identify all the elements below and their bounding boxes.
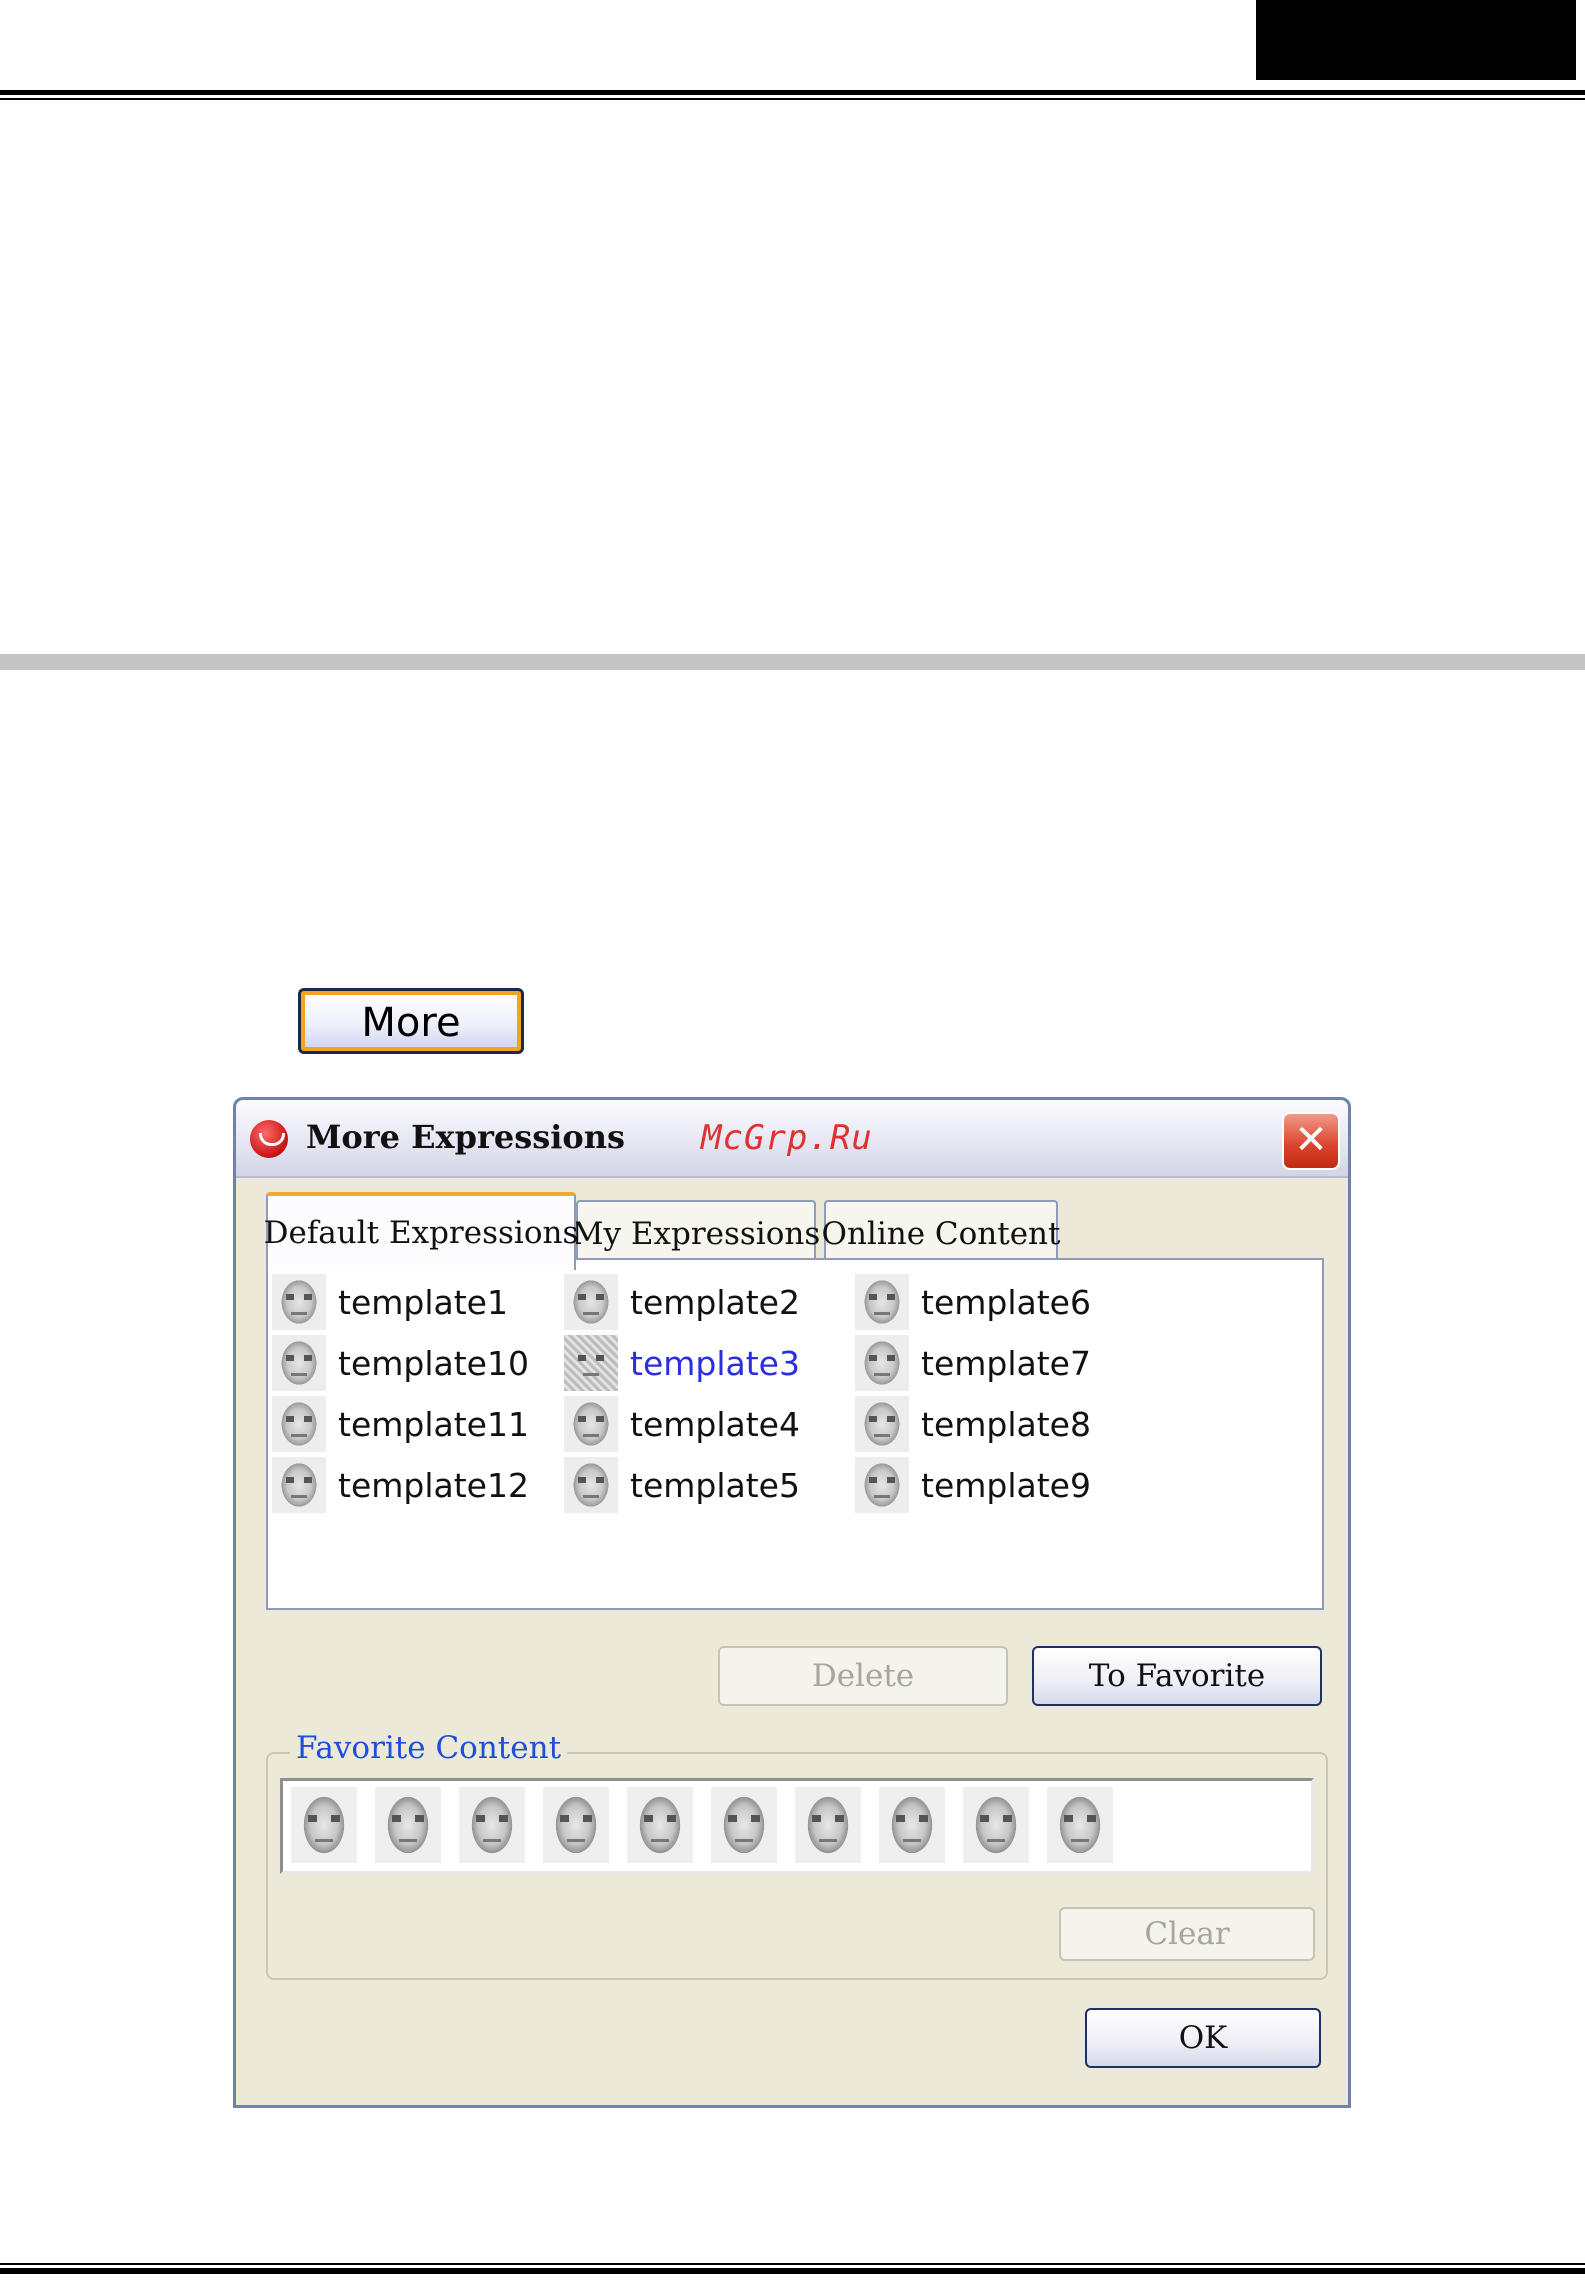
- list-item-template6[interactable]: template6: [855, 1274, 1091, 1330]
- item-label: template4: [630, 1404, 800, 1444]
- tab-default-expressions[interactable]: Default Expressions: [264, 1192, 578, 1270]
- face-thumbnail-icon: [564, 1335, 618, 1391]
- list-item-template7[interactable]: template7: [855, 1335, 1091, 1391]
- item-label: template1: [338, 1282, 508, 1322]
- face-thumbnail-icon: [564, 1457, 618, 1513]
- list-item-template9[interactable]: template9: [855, 1457, 1091, 1513]
- header-rule-thin: [0, 98, 1585, 100]
- item-label: template5: [630, 1465, 800, 1505]
- header-black-block: [1256, 0, 1576, 80]
- favorite-face-icon[interactable]: [963, 1787, 1029, 1863]
- favorite-content-legend: Favorite Content: [290, 1730, 568, 1766]
- favorite-face-icon[interactable]: [879, 1787, 945, 1863]
- list-item-template11[interactable]: template11: [272, 1396, 529, 1452]
- item-label: template11: [338, 1404, 529, 1444]
- list-item-template12[interactable]: template12: [272, 1457, 529, 1513]
- favorite-content-strip[interactable]: [280, 1778, 1314, 1874]
- close-button[interactable]: ✕: [1282, 1112, 1340, 1170]
- face-thumbnail-icon: [855, 1274, 909, 1330]
- face-thumbnail-icon: [272, 1396, 326, 1452]
- face-thumbnail-icon: [855, 1396, 909, 1452]
- favorite-face-icon[interactable]: [1047, 1787, 1113, 1863]
- favorite-face-icon[interactable]: [291, 1787, 357, 1863]
- list-item-template5[interactable]: template5: [564, 1457, 800, 1513]
- favorite-face-icon[interactable]: [795, 1787, 861, 1863]
- item-label: template2: [630, 1282, 800, 1322]
- more-button[interactable]: More: [298, 988, 524, 1054]
- footer-rule: [0, 2268, 1585, 2274]
- clear-button[interactable]: Clear: [1059, 1907, 1315, 1961]
- item-label: template10: [338, 1343, 529, 1383]
- favorite-face-icon[interactable]: [711, 1787, 777, 1863]
- favorite-face-icon[interactable]: [543, 1787, 609, 1863]
- ok-button[interactable]: OK: [1085, 2008, 1321, 2068]
- favorite-face-icon[interactable]: [375, 1787, 441, 1863]
- tab-online-content[interactable]: Online Content: [822, 1200, 1060, 1266]
- face-thumbnail-icon: [855, 1457, 909, 1513]
- face-thumbnail-icon: [564, 1274, 618, 1330]
- favorite-face-icon[interactable]: [459, 1787, 525, 1863]
- favorite-face-icon[interactable]: [627, 1787, 693, 1863]
- item-label: template6: [921, 1282, 1091, 1322]
- dialog-titlebar: More Expressions McGrp.Ru ✕: [236, 1100, 1348, 1178]
- face-thumbnail-icon: [272, 1335, 326, 1391]
- item-label: template9: [921, 1465, 1091, 1505]
- item-label: template12: [338, 1465, 529, 1505]
- watermark-text: McGrp.Ru: [701, 1118, 873, 1158]
- dialog-title: More Expressions: [306, 1118, 625, 1156]
- face-thumbnail-icon: [855, 1335, 909, 1391]
- list-item-template3[interactable]: template3: [564, 1335, 800, 1391]
- to-favorite-button[interactable]: To Favorite: [1032, 1646, 1322, 1706]
- item-label: template3: [630, 1343, 800, 1383]
- list-item-template10[interactable]: template10: [272, 1335, 529, 1391]
- footer-rule-thin: [0, 2263, 1585, 2265]
- more-expressions-dialog: More Expressions McGrp.Ru ✕ Default Expr…: [233, 1097, 1351, 2108]
- tab-my-expressions[interactable]: My Expressions: [572, 1200, 820, 1266]
- header-rule: [0, 90, 1585, 95]
- list-item-template2[interactable]: template2: [564, 1274, 800, 1330]
- delete-button[interactable]: Delete: [718, 1646, 1008, 1706]
- item-label: template8: [921, 1404, 1091, 1444]
- expression-list: template1 template10 template11 template…: [266, 1258, 1324, 1610]
- list-item-template4[interactable]: template4: [564, 1396, 800, 1452]
- list-item-template8[interactable]: template8: [855, 1396, 1091, 1452]
- item-label: template7: [921, 1343, 1091, 1383]
- face-thumbnail-icon: [272, 1274, 326, 1330]
- section-divider: [0, 654, 1585, 670]
- face-thumbnail-icon: [564, 1396, 618, 1452]
- app-logo-icon: [250, 1120, 288, 1158]
- list-item-template1[interactable]: template1: [272, 1274, 508, 1330]
- face-thumbnail-icon: [272, 1457, 326, 1513]
